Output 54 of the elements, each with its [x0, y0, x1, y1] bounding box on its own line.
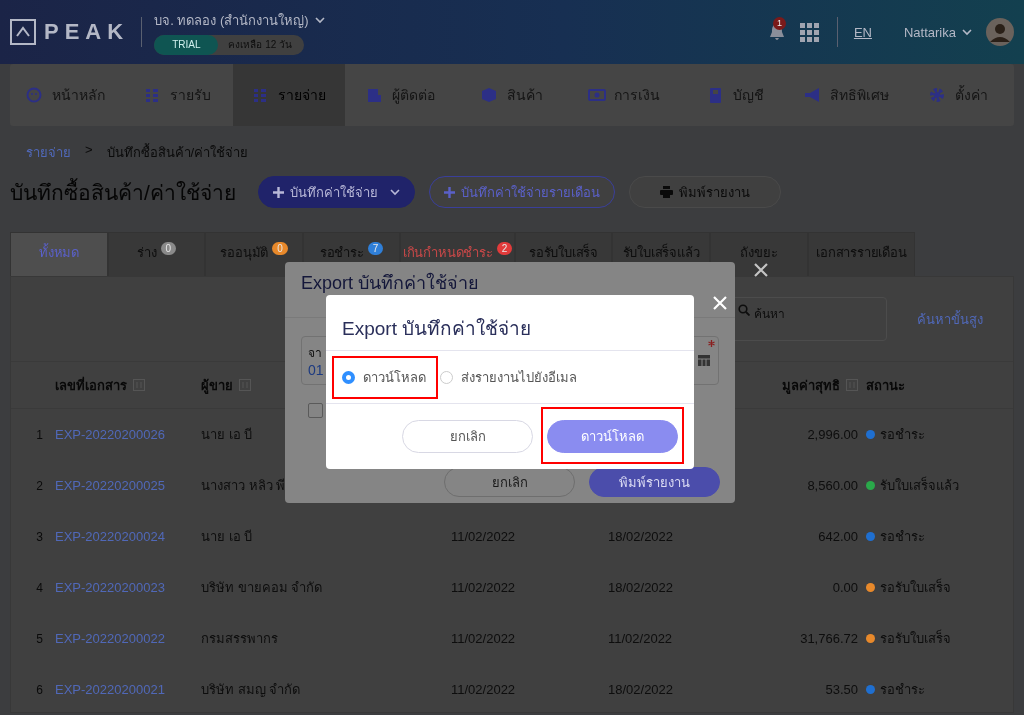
count-badge: 7: [367, 242, 384, 255]
notification-badge: 1: [772, 17, 786, 30]
caret-icon: [389, 188, 400, 196]
caret-icon: [314, 16, 325, 24]
checkbox[interactable]: [308, 403, 323, 418]
printer-icon: [659, 186, 673, 198]
company-selector[interactable]: บจ. ทดลอง (สำนักงานใหญ่): [154, 9, 325, 31]
action-button[interactable]: บันทึกค่าใช้จ่าย: [257, 176, 415, 208]
document-link[interactable]: EXP-20220200023: [55, 580, 165, 595]
filter-tab[interactable]: ทั้งหมด: [10, 232, 108, 276]
calendar-icon: [698, 355, 710, 366]
count-badge: 0: [272, 242, 288, 255]
document-link[interactable]: EXP-20220200021: [55, 682, 165, 697]
caret-icon: [962, 28, 972, 36]
breadcrumb-separator: >: [85, 142, 93, 159]
count-badge: 0: [160, 242, 176, 255]
search-icon: [738, 304, 750, 316]
document-link[interactable]: EXP-20220200025: [55, 478, 165, 493]
plus-icon: [272, 186, 284, 198]
language-link[interactable]: EN: [853, 24, 872, 40]
column-header: มูลค่าสุทธิ: [782, 376, 840, 396]
logo-text: PEAK: [44, 19, 130, 45]
avatar-icon: [986, 18, 1014, 46]
radio-option[interactable]: ดาวน์โหลด: [342, 366, 426, 388]
count-badge: 2: [496, 242, 513, 255]
banknote-icon: [587, 87, 606, 103]
document-link[interactable]: EXP-20220200024: [55, 529, 165, 544]
document-link[interactable]: EXP-20220200022: [55, 631, 165, 646]
page-title: บันทึกซื้อสินค้า/ค่าใช้จ่าย: [10, 177, 236, 206]
dialog-button[interactable]: พิมพ์รายงาน: [589, 467, 720, 497]
radio-option[interactable]: ส่งรายงานไปยังอีเมล: [440, 366, 577, 388]
breadcrumb-link[interactable]: รายจ่าย: [26, 142, 71, 162]
dialog-title: Export บันทึกค่าใช้จ่าย: [341, 317, 533, 341]
trial-label: TRIAL: [154, 34, 219, 55]
required-icon: [708, 340, 715, 347]
field-value: 01: [308, 362, 324, 378]
plus-icon: [443, 186, 455, 198]
close-icon: [712, 295, 728, 311]
column-header: ผู้ขาย: [201, 376, 233, 396]
action-button[interactable]: บันทึกค่าใช้จ่ายรายเดือน: [428, 176, 615, 208]
field-label: จา: [308, 345, 322, 362]
advanced-search-link[interactable]: ค้นหาขั้นสูง: [917, 308, 983, 330]
document-link[interactable]: EXP-20220200026: [55, 427, 165, 442]
dialog-button[interactable]: ยกเลิก: [402, 419, 533, 453]
dialog-button[interactable]: ดาวน์โหลด: [547, 419, 678, 453]
gear-icon: [928, 87, 947, 103]
dialog-button[interactable]: ยกเลิก: [444, 467, 575, 497]
close-icon: [753, 262, 769, 278]
column-header: สถานะ: [866, 376, 905, 395]
column-header: เลขที่เอกสาร: [55, 375, 127, 395]
user-menu[interactable]: Nattarika: [897, 23, 978, 41]
logo-icon: [10, 19, 36, 45]
building-icon: [365, 87, 384, 103]
apps-grid-icon: [799, 22, 819, 42]
